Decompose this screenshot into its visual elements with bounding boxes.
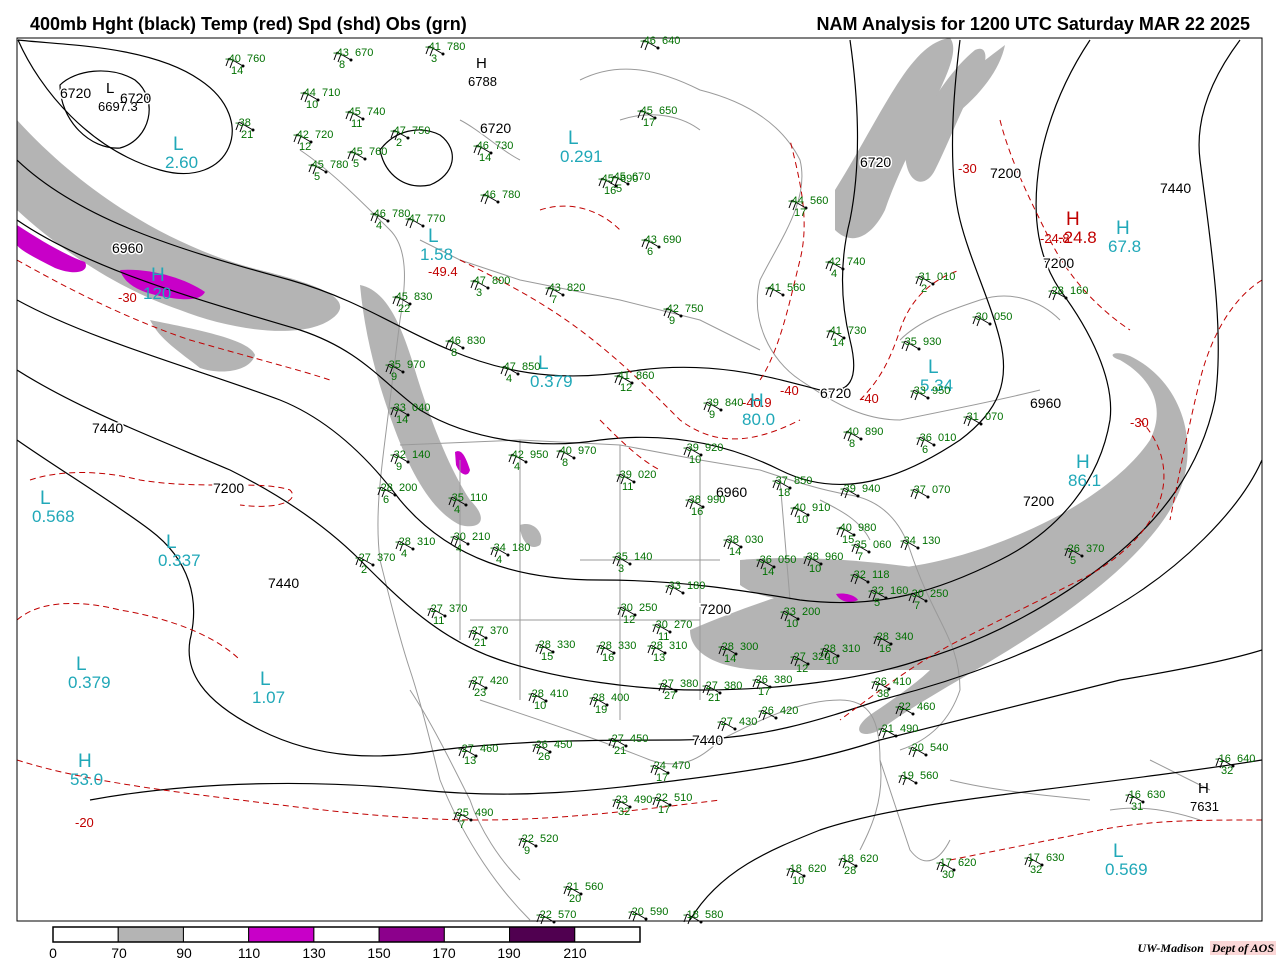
- legend-swatch: [248, 926, 315, 943]
- legend-tick-label: 170: [432, 945, 456, 960]
- legend-swatch: [574, 926, 641, 943]
- legend-swatch: [378, 926, 445, 943]
- legend-tick-label: 0: [49, 945, 57, 960]
- legend-swatch: [509, 926, 576, 943]
- credit-org: UW-Madison: [1137, 941, 1204, 955]
- legend-tick-label: 190: [497, 945, 521, 960]
- legend-tick-label: 210: [563, 945, 587, 960]
- credit-label: UW-Madison Dept of AOS: [1138, 941, 1276, 956]
- legend-tick-label: 150: [367, 945, 391, 960]
- legend-swatch: [52, 926, 119, 943]
- legend-tick-label: 130: [302, 945, 326, 960]
- legend-swatch: [443, 926, 511, 943]
- legend-swatch: [117, 926, 184, 943]
- credit-dept: Dept of AOS: [1209, 941, 1276, 955]
- legend-swatch: [182, 926, 250, 943]
- wind-speed-legend: 0 70 90 110 130 150 170 190 210: [49, 926, 641, 960]
- legend-tick-label: 90: [176, 945, 192, 960]
- legend-tick-label: 70: [111, 945, 127, 960]
- legend-swatch: [313, 926, 380, 943]
- legend-tick-label: 110: [238, 945, 261, 960]
